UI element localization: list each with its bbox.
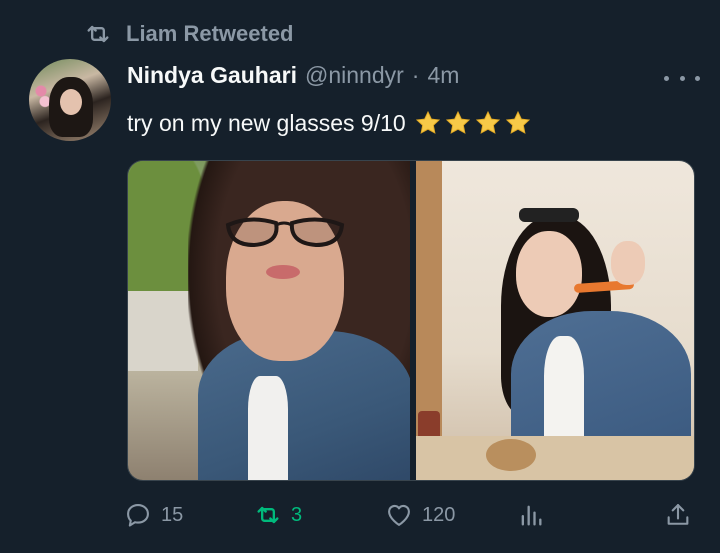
photo-bread [486,439,536,471]
photo-face [516,231,582,317]
author-display-name[interactable]: Nindya Gauhari [127,62,297,89]
author-handle[interactable]: @ninndyr [305,62,404,89]
avatar[interactable] [29,59,111,141]
tweet-body: try on my new glasses 9/10 [127,109,532,137]
photo-hand [611,241,645,285]
analytics-icon [521,505,542,526]
star-icon [475,110,500,134]
tweet-text: try on my new glasses 9/10 [127,109,406,136]
avatar-face [60,89,82,115]
photo-shirt [544,336,584,436]
photo-shirt [248,376,288,480]
photo-glasses [225,217,345,248]
retweet-count: 3 [291,503,303,526]
heart-icon [388,504,410,526]
like-button[interactable]: 120 [385,495,455,535]
media-grid [127,160,695,481]
photo-lips [266,265,300,279]
retweet-button[interactable]: 3 [254,495,302,535]
retweet-icon [87,25,109,43]
reply-icon [127,504,149,527]
reply-button[interactable]: 15 [124,495,183,535]
retweet-banner[interactable]: Liam Retweeted [84,20,294,48]
tweet-header: Nindya Gauhari @ninndyr · 4m [127,62,459,89]
views-button[interactable] [517,495,545,535]
star-icon [505,110,530,134]
photo-sunglasses [519,208,579,222]
photo-denim-jacket [511,311,691,451]
photo-table [416,436,694,480]
media-photo-1[interactable] [128,161,410,480]
retweet-icon [257,506,279,524]
more-dot-icon [679,75,685,81]
action-bar: 15 3 120 [0,495,720,535]
header-separator: · [411,62,420,88]
more-dot-icon [695,75,700,81]
star-rating [414,109,532,137]
star-icon [445,110,470,134]
reply-count: 15 [161,503,184,526]
tweet-timestamp[interactable]: 4m [427,62,459,89]
more-dot-icon [664,75,669,81]
retweet-banner-text: Liam Retweeted [126,21,294,46]
star-icon [415,110,440,134]
share-icon [667,504,689,525]
share-button[interactable] [664,495,692,535]
like-count: 120 [422,503,456,526]
media-photo-2[interactable] [416,161,694,480]
more-options-button[interactable] [664,68,700,88]
tweet-card: Liam Retweeted Nindya Gauhari @ninndyr ·… [0,0,720,553]
